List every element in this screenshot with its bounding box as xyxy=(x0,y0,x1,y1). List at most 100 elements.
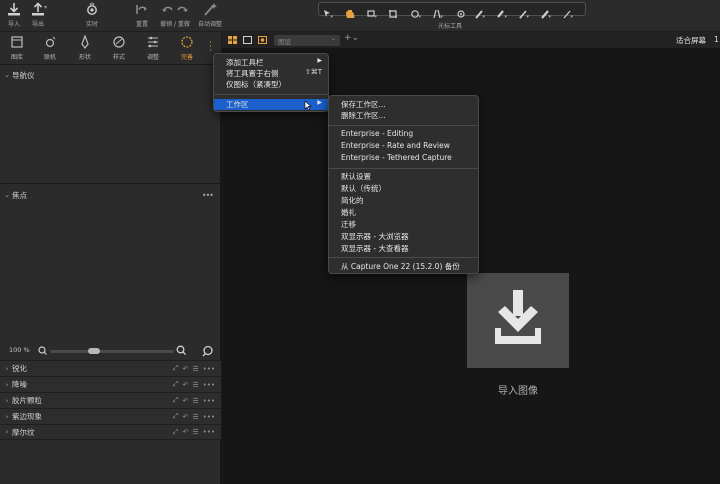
svg-text:▾: ▾ xyxy=(375,14,378,19)
zoom-slider-thumb[interactable] xyxy=(88,348,100,354)
tab-label: 调整 xyxy=(146,54,159,61)
crop-button[interactable] xyxy=(388,4,400,23)
grid-view-icon[interactable] xyxy=(228,36,237,44)
focus-header[interactable]: ⌄ 焦点 ••• xyxy=(0,188,221,202)
menu-item-enterprise-editing[interactable]: Enterprise - Editing xyxy=(329,129,478,140)
more-options-icon[interactable]: ••• xyxy=(203,381,215,389)
menu-item-wedding[interactable]: 婚礼 xyxy=(329,207,478,218)
undo-redo-button[interactable]: 撤销 / 重做 xyxy=(160,2,190,28)
menu-icon[interactable]: ☰ xyxy=(192,381,198,389)
menu-item-default[interactable]: 默认设置 xyxy=(329,171,478,182)
navigator-header[interactable]: ⌄ 导航仪 xyxy=(0,68,221,82)
reset-icon[interactable]: ↶ xyxy=(182,365,188,373)
tool-row-sharpening[interactable]: › 锐化 ⤢ ↶ ☰ ••• xyxy=(0,360,221,376)
tab-refine[interactable]: 完善 xyxy=(172,35,202,61)
menu-item-add-toolbar[interactable]: 添加工具栏 ▶ xyxy=(214,57,328,68)
tool-row-film-grain[interactable]: › 胶片颗粒 ⤢ ↶ ☰ ••• xyxy=(0,392,221,408)
svg-text:▾: ▾ xyxy=(441,14,444,19)
more-options-icon[interactable]: ••• xyxy=(203,413,215,421)
copy-icon[interactable]: ⤢ xyxy=(173,364,179,373)
reset-icon[interactable]: ↶ xyxy=(182,428,188,436)
tool-row-title: 胶片颗粒 xyxy=(12,396,42,405)
workspace-submenu: 保存工作区... 删除工作区... Enterprise - Editing E… xyxy=(328,95,479,274)
zoom-slider[interactable] xyxy=(50,348,174,354)
rotate-icon: ▾ xyxy=(411,10,422,20)
import-images-button[interactable] xyxy=(467,273,569,368)
menu-separator xyxy=(329,125,478,126)
import-button[interactable]: 导入 xyxy=(6,2,22,28)
single-view-icon[interactable] xyxy=(243,36,252,44)
brush-button[interactable]: ▾ xyxy=(474,4,486,23)
tool-row-actions: ⤢ ↶ ☰ ••• xyxy=(173,428,215,437)
pan-cursor-button[interactable]: ▾ xyxy=(344,4,356,23)
fit-screen-label[interactable]: 适合屏幕 xyxy=(676,35,706,46)
annotate-button[interactable]: ▾ xyxy=(562,4,574,23)
tool-row-actions: ⤢ ↶ ☰ ••• xyxy=(173,364,215,373)
pen-icon: ▾ xyxy=(519,10,530,20)
copy-icon[interactable]: ⤢ xyxy=(173,396,179,405)
menu-item-enterprise-rate-review[interactable]: Enterprise - Rate and Review xyxy=(329,141,478,152)
copy-icon[interactable]: ⤢ xyxy=(173,380,179,389)
menu-item-label: 删除工作区... xyxy=(341,111,386,120)
tab-style[interactable]: 样式 xyxy=(104,35,134,61)
zoom-in-icon[interactable] xyxy=(176,345,186,355)
more-options-icon[interactable]: ••• xyxy=(202,191,214,200)
tab-adjust[interactable]: 调整 xyxy=(138,35,168,61)
more-options-icon[interactable]: ••• xyxy=(203,365,215,373)
tool-row-purple-fringing[interactable]: › 紫边现象 ⤢ ↶ ☰ ••• xyxy=(0,408,221,424)
reset-icon[interactable]: ↶ xyxy=(182,413,188,421)
layer-select[interactable]: 图层 ⌄ xyxy=(274,35,340,46)
search-icon[interactable] xyxy=(202,345,214,357)
gradient-button[interactable]: ▾ xyxy=(518,4,530,23)
export-chevron-icon[interactable]: ▾ xyxy=(44,4,47,11)
tab-shape[interactable]: 形状 xyxy=(70,35,100,61)
picker-button[interactable]: ▾ xyxy=(540,4,552,23)
menu-item-simplified[interactable]: 简化的 xyxy=(329,195,478,206)
rotate-button[interactable]: ▾ xyxy=(410,4,422,23)
zoom-out-icon[interactable] xyxy=(38,346,47,355)
menu-item-icons-only[interactable]: 仅图标（紧凑型） xyxy=(214,79,328,90)
copy-icon[interactable]: ⤢ xyxy=(173,428,179,437)
more-options-icon[interactable]: ••• xyxy=(203,428,215,436)
menu-item-default-legacy[interactable]: 默认（传统） xyxy=(329,183,478,194)
chevron-down-icon: ⌄ xyxy=(330,35,336,42)
magic-wand-icon xyxy=(204,3,217,16)
menu-icon[interactable]: ☰ xyxy=(192,428,198,436)
eraser-button[interactable]: ▾ xyxy=(496,4,508,23)
menu-item-enterprise-tethered[interactable]: Enterprise - Tethered Capture xyxy=(329,153,478,164)
focus-title: 焦点 xyxy=(12,190,27,200)
compare-view-icon[interactable] xyxy=(258,36,267,44)
tool-row-actions: ⤢ ↶ ☰ ••• xyxy=(173,396,215,405)
top-toolbar: 导入 导出 ▾ 实时 重置 撤销 / 重做 自动调整 ▾ ▾ ▾ ▾ ▾ ▾ ▾… xyxy=(0,0,720,32)
add-layer-button[interactable]: +⌄ xyxy=(344,33,359,43)
menu-item-delete-workspace[interactable]: 删除工作区... xyxy=(329,110,478,121)
brush-icon: ▾ xyxy=(475,10,486,20)
reset-button[interactable]: 重置 xyxy=(134,2,150,28)
menu-item-migration[interactable]: 迁移 xyxy=(329,219,478,230)
reset-icon[interactable]: ↶ xyxy=(182,397,188,405)
menu-item-backup-restore[interactable]: 从 Capture One 22 (15.2.0) 备份 xyxy=(329,261,478,272)
menu-item-dual-browser[interactable]: 双显示器 - 大浏览器 xyxy=(329,231,478,242)
reset-icon[interactable]: ↶ xyxy=(182,381,188,389)
menu-item-dual-viewer[interactable]: 双显示器 - 大查看器 xyxy=(329,243,478,254)
tool-row-moire[interactable]: › 摩尔纹 ⤢ ↶ ☰ ••• xyxy=(0,424,221,440)
crop-icon xyxy=(389,10,397,18)
menu-icon[interactable]: ☰ xyxy=(192,413,198,421)
tab-library[interactable]: 图库 xyxy=(2,35,32,61)
tool-tabs: 图库 联机 形状 样式 调整 完善 · · · xyxy=(0,32,221,65)
menu-icon[interactable]: ☰ xyxy=(192,365,198,373)
auto-adjust-button[interactable]: 自动调整 xyxy=(198,2,222,28)
menu-item-label: 婚礼 xyxy=(341,208,356,217)
menu-icon[interactable]: ☰ xyxy=(192,397,198,405)
undo-redo-label: 撤销 / 重做 xyxy=(160,21,190,28)
menu-item-tools-right[interactable]: 将工具置于右侧 ⇧⌘T xyxy=(214,68,328,79)
tool-row-noise-reduction[interactable]: › 降噪 ⤢ ↶ ☰ ••• xyxy=(0,376,221,392)
tethered-button[interactable]: 实时 xyxy=(84,2,100,28)
more-tabs-icon[interactable]: · · · xyxy=(209,39,212,56)
menu-item-save-workspace[interactable]: 保存工作区... xyxy=(329,99,478,110)
crop-mode-button[interactable]: ▾ xyxy=(366,4,378,23)
tab-capture[interactable]: 联机 xyxy=(35,35,65,61)
copy-icon[interactable]: ⤢ xyxy=(173,412,179,421)
more-options-icon[interactable]: ••• xyxy=(203,397,215,405)
select-cursor-button[interactable]: ▾ xyxy=(322,4,334,23)
